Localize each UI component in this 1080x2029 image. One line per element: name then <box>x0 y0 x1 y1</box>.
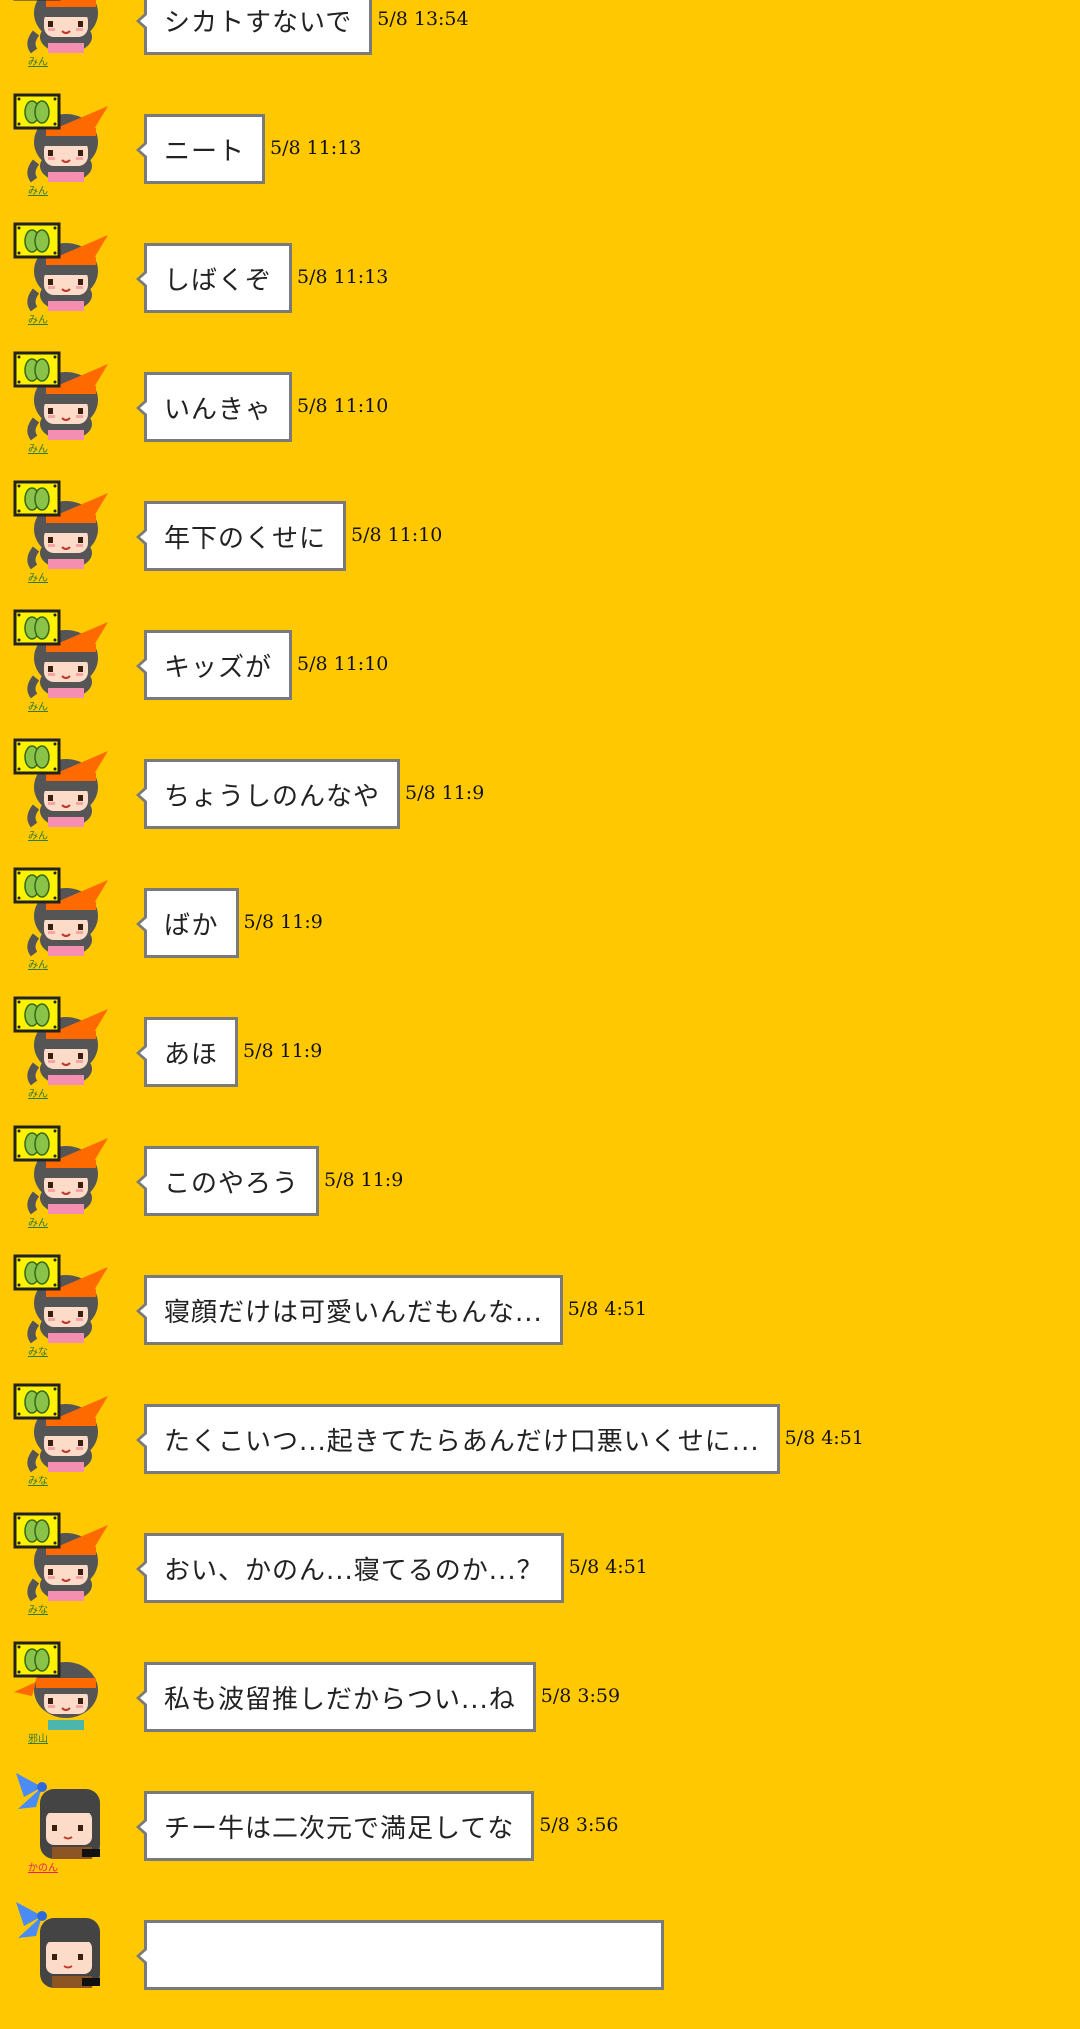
chat-message: みん このやろう 5/8 11:9 <box>0 1124 1080 1255</box>
username-link[interactable]: みん <box>28 703 48 713</box>
message-timestamp: 5/8 11:9 <box>243 910 323 933</box>
chat-message: みん 年下のくせに 5/8 11:10 <box>0 479 1080 610</box>
chat-message: かのん チー牛は二次元で満足してな 5/8 3:56 <box>0 1771 1080 1900</box>
message-timestamp: 5/8 11:9 <box>243 1039 323 1062</box>
chat-message: みな おい、かのん...寝てるのか...？ 5/8 4:51 <box>0 1511 1080 1642</box>
orange-bow-badge-girl-icon[interactable] <box>12 221 116 313</box>
message-timestamp: 5/8 11:9 <box>405 781 485 804</box>
message-text: 私も波留推しだからつい...ね <box>164 1684 516 1715</box>
message-bubble: ニート 5/8 11:13 <box>135 114 361 184</box>
chat-message: 邪山 私も波留推しだからつい...ね 5/8 3:59 <box>0 1640 1080 1771</box>
message-bubble: 寝顔だけは可愛いんだもんな... 5/8 4:51 <box>136 1275 647 1345</box>
username-link[interactable]: みん <box>28 574 48 584</box>
username-link[interactable]: みん <box>28 832 48 842</box>
message-bubble: ばか 5/8 11:9 <box>136 888 323 958</box>
chat-message: みん しばくぞ 5/8 11:13 <box>0 221 1080 352</box>
chat-log: みん シカトすないで 5/8 13:54 みん ニート 5/8 11:13 みん… <box>0 0 1080 1990</box>
message-text: ニート <box>164 136 246 167</box>
message-text: あほ <box>164 1039 219 1070</box>
message-bubble: ちょうしのんなや 5/8 11:9 <box>135 759 484 829</box>
message-bubble: おい、かのん...寝てるのか...？ 5/8 4:51 <box>136 1533 648 1603</box>
chat-message: みん キッズが 5/8 11:10 <box>0 608 1080 739</box>
message-text: いんきゃ <box>164 394 273 425</box>
username-link[interactable]: みん <box>28 58 48 68</box>
username-link[interactable]: みな <box>28 1348 48 1358</box>
orange-bow-badge-girl-icon[interactable] <box>12 608 116 700</box>
message-text: ばか <box>164 910 219 941</box>
message-timestamp: 5/8 3:56 <box>539 1813 619 1836</box>
orange-bow-badge-girl-icon[interactable] <box>12 479 116 571</box>
message-text: ちょうしのんなや <box>164 781 381 812</box>
message-bubble: しばくぞ 5/8 11:13 <box>135 243 388 313</box>
chat-message: みん ちょうしのんなや 5/8 11:9 <box>0 737 1080 868</box>
message-timestamp: 5/8 4:51 <box>568 1555 648 1578</box>
message-text: キッズが <box>164 652 273 683</box>
message-bubble: 私も波留推しだからつい...ね 5/8 3:59 <box>136 1662 620 1732</box>
chat-message <box>0 1900 1080 2029</box>
message-bubble: キッズが 5/8 11:10 <box>135 630 388 700</box>
orange-bow-badge-girl-icon[interactable] <box>12 995 116 1087</box>
username-link[interactable]: みん <box>28 187 48 197</box>
orange-bow-badge-girl-icon[interactable] <box>12 92 116 184</box>
message-text: たくこいつ...起きてたらあんだけ口悪いくせに... <box>164 1426 760 1457</box>
username-link[interactable]: みな <box>28 1606 48 1616</box>
message-timestamp: 5/8 11:10 <box>297 652 389 675</box>
message-text: しばくぞ <box>164 265 273 296</box>
orange-bow-badge-girl-icon[interactable] <box>12 0 116 55</box>
username-link[interactable]: みん <box>28 445 48 455</box>
orange-bow-badge-girl-icon[interactable] <box>12 1253 116 1345</box>
orange-bow-badge-girl-icon[interactable] <box>12 866 116 958</box>
chat-message: みん あほ 5/8 11:9 <box>0 995 1080 1126</box>
message-text: 寝顔だけは可愛いんだもんな... <box>164 1297 543 1328</box>
message-timestamp: 5/8 11:9 <box>324 1168 404 1191</box>
username-link[interactable]: みん <box>28 1219 48 1229</box>
chat-message: みん シカトすないで 5/8 13:54 <box>0 0 1080 94</box>
message-text: おい、かのん...寝てるのか...？ <box>164 1555 544 1586</box>
message-timestamp: 5/8 11:13 <box>297 265 389 288</box>
message-text: このやろう <box>164 1168 300 1199</box>
orange-bow-badge-girl-icon[interactable] <box>12 1382 116 1474</box>
orange-headband-badge-boy-icon[interactable] <box>12 1640 116 1732</box>
username-link[interactable]: みん <box>28 961 48 971</box>
username-link[interactable]: 邪山 <box>28 1735 48 1745</box>
orange-bow-badge-girl-icon[interactable] <box>12 1124 116 1216</box>
message-bubble: あほ 5/8 11:9 <box>135 1017 322 1087</box>
message-text: チー牛は二次元で満足してな <box>164 1813 515 1844</box>
username-link[interactable]: みな <box>28 1477 48 1487</box>
message-timestamp: 5/8 13:54 <box>377 7 469 30</box>
message-bubble: シカトすないで 5/8 13:54 <box>135 0 469 55</box>
message-bubble: 年下のくせに 5/8 11:10 <box>135 501 442 571</box>
message-bubble: いんきゃ 5/8 11:10 <box>135 372 388 442</box>
chat-message: みな たくこいつ...起きてたらあんだけ口悪いくせに... 5/8 4:51 <box>0 1382 1080 1513</box>
message-bubble: このやろう 5/8 11:9 <box>135 1146 403 1216</box>
blue-bow-girl-icon[interactable] <box>12 1898 116 1990</box>
message-bubble: たくこいつ...起きてたらあんだけ口悪いくせに... 5/8 4:51 <box>136 1404 864 1474</box>
blue-bow-girl-icon[interactable] <box>12 1769 116 1861</box>
message-timestamp: 5/8 11:10 <box>297 394 389 417</box>
message-timestamp: 5/8 11:10 <box>351 523 443 546</box>
message-text: シカトすないで <box>164 7 353 38</box>
chat-message: みな 寝顔だけは可愛いんだもんな... 5/8 4:51 <box>0 1253 1080 1384</box>
username-link[interactable]: かのん <box>28 1864 58 1874</box>
chat-message: みん いんきゃ 5/8 11:10 <box>0 350 1080 481</box>
message-bubble <box>136 1920 664 1990</box>
chat-message: みん ばか 5/8 11:9 <box>0 866 1080 997</box>
message-text: 年下のくせに <box>164 523 327 554</box>
message-timestamp: 5/8 11:13 <box>270 136 362 159</box>
username-link[interactable]: みん <box>28 1090 48 1100</box>
orange-bow-badge-girl-icon[interactable] <box>12 737 116 829</box>
username-link[interactable]: みん <box>28 316 48 326</box>
orange-bow-badge-girl-icon[interactable] <box>12 350 116 442</box>
orange-bow-badge-girl-icon[interactable] <box>12 1511 116 1603</box>
message-timestamp: 5/8 3:59 <box>540 1684 621 1707</box>
message-timestamp: 5/8 4:51 <box>567 1297 648 1320</box>
message-bubble: チー牛は二次元で満足してな 5/8 3:56 <box>135 1791 619 1861</box>
chat-message: みん ニート 5/8 11:13 <box>0 92 1080 223</box>
message-timestamp: 5/8 4:51 <box>784 1426 864 1449</box>
